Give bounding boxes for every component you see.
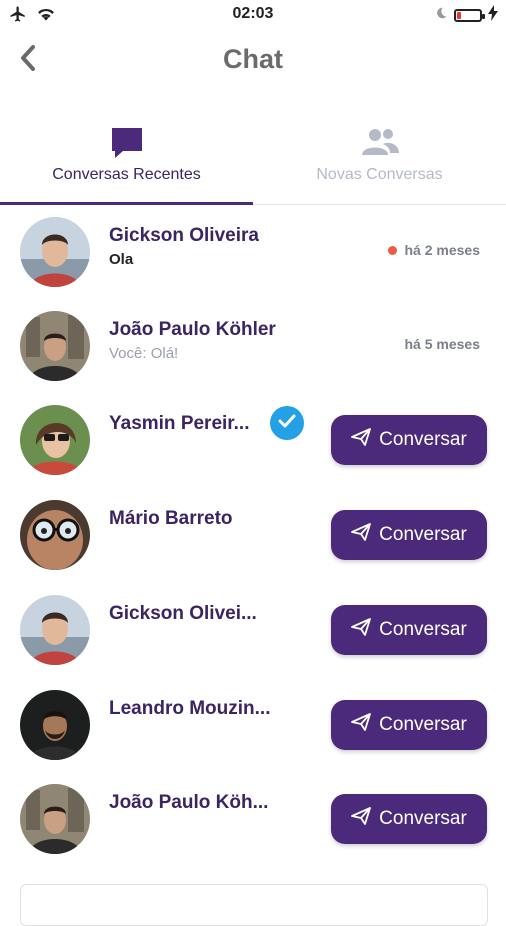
tab-recent-conversations[interactable]: Conversas Recentes [0,118,253,205]
button-label: Conversar [379,524,467,545]
tab-bar: Conversas Recentes Novas Conversas [0,118,506,205]
contact-name: João Paulo Köh... [109,792,269,813]
tab-label: Conversas Recentes [52,166,201,183]
status-bar: 02:03 [0,0,506,30]
battery-icon [454,9,485,22]
checkmark-icon [278,414,296,433]
last-message: Ola [109,251,134,268]
conversar-button[interactable]: Conversar [331,794,487,844]
charging-icon [488,5,498,26]
avatar [20,405,90,475]
button-label: Conversar [379,429,467,450]
verified-badge [270,406,304,440]
contact-row: Yasmin Pereir... Conversar [0,393,506,487]
users-icon [359,126,401,163]
bottom-card [20,884,488,926]
avatar [20,217,90,287]
avatar [20,784,90,854]
moon-icon [434,6,448,25]
message-time: há 5 meses [404,336,481,352]
send-icon [351,523,372,547]
conversation-row[interactable]: Gickson Oliveira Ola há 2 meses [0,205,506,299]
send-icon [351,428,372,452]
contact-name: Gickson Olivei... [109,603,257,624]
avatar [20,500,90,570]
unread-dot [387,245,397,255]
button-label: Conversar [379,714,467,735]
button-label: Conversar [379,808,467,829]
avatar [20,690,90,760]
avatar [20,595,90,665]
button-label: Conversar [379,619,467,640]
chat-bubble-icon [109,126,145,165]
conversar-button[interactable]: Conversar [331,605,487,655]
tab-new-conversations[interactable]: Novas Conversas [253,118,506,204]
send-icon [351,618,372,642]
send-icon [351,713,372,737]
page-title: Chat [223,44,283,74]
contact-name: João Paulo Köhler [109,319,276,340]
tab-label: Novas Conversas [316,166,443,183]
contact-row: Leandro Mouzin... Conversar [0,678,506,772]
battery-level [457,12,461,19]
avatar [20,311,90,381]
conversation-row[interactable]: João Paulo Köhler Você: Olá! há 5 meses [0,299,506,393]
contact-row: Gickson Olivei... Conversar [0,583,506,677]
contact-name: Leandro Mouzin... [109,698,271,719]
conversar-button[interactable]: Conversar [331,700,487,750]
conversar-button[interactable]: Conversar [331,510,487,560]
contact-name: Gickson Oliveira [109,225,259,246]
header: Chat [0,30,506,94]
contact-name: Mário Barreto [109,508,233,529]
conversar-button[interactable]: Conversar [331,415,487,465]
send-icon [351,807,372,831]
contact-row: João Paulo Köh... Conversar [0,772,506,866]
message-time: há 2 meses [404,242,481,258]
status-time: 02:03 [232,5,274,22]
last-message: Você: Olá! [109,345,179,362]
contact-row: Mário Barreto Conversar [0,488,506,582]
contact-name: Yasmin Pereir... [109,413,250,434]
